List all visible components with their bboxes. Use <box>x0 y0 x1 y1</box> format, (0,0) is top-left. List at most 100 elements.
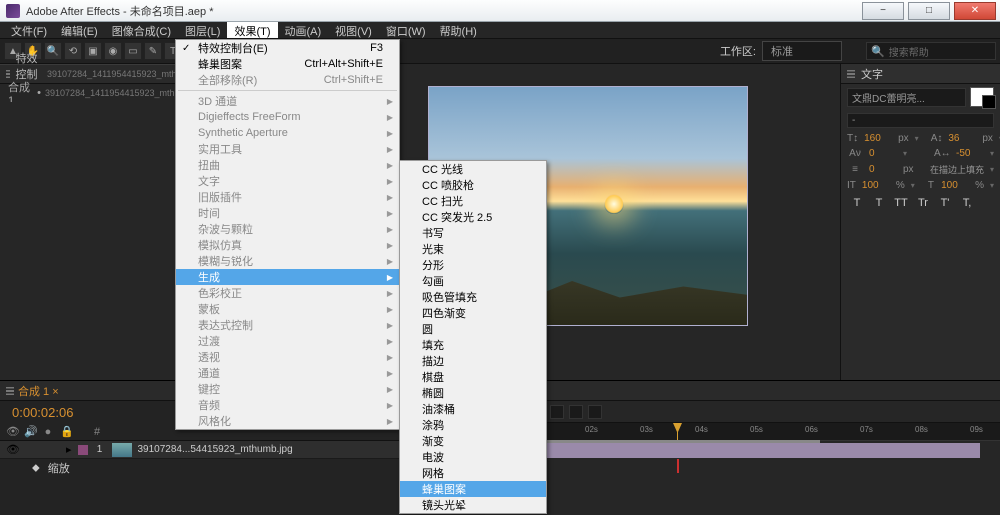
tl-tool-6[interactable] <box>588 405 602 419</box>
anchor-tool[interactable]: ◉ <box>104 42 122 60</box>
tl-tool-4[interactable] <box>550 405 564 419</box>
effects-item[interactable]: 旧版插件▶ <box>176 189 399 205</box>
menu-window[interactable]: 窗口(W) <box>379 22 433 38</box>
tl-tool-5[interactable] <box>569 405 583 419</box>
effects-item[interactable]: 时间▶ <box>176 205 399 221</box>
lock-col-icon[interactable]: 🔒 <box>60 425 72 438</box>
fill-stroke-swatch[interactable] <box>970 87 994 107</box>
effects-item[interactable]: Digieffects FreeForm▶ <box>176 109 399 125</box>
character-panel-header[interactable]: 文字 <box>841 64 1000 84</box>
workspace-select[interactable]: 标准 <box>762 41 842 61</box>
effects-item[interactable]: 特效控制台(E)✓F3 <box>176 40 399 56</box>
effects-item[interactable]: 实用工具▶ <box>176 141 399 157</box>
menu-layer[interactable]: 图层(L) <box>178 22 227 38</box>
effects-item[interactable]: 风格化▶ <box>176 413 399 429</box>
generate-item[interactable]: 光束 <box>400 241 546 257</box>
generate-item[interactable]: 油漆桶 <box>400 401 546 417</box>
search-help[interactable]: 🔍 搜索帮助 <box>866 42 996 60</box>
generate-item[interactable]: 网格 <box>400 465 546 481</box>
generate-item[interactable]: 填充 <box>400 337 546 353</box>
maximize-button[interactable]: □ <box>908 2 950 20</box>
audio-col-icon[interactable]: 🔊 <box>24 425 36 438</box>
style-super[interactable]: T' <box>937 197 953 209</box>
kerning-value[interactable]: 0 <box>869 148 897 159</box>
effects-item[interactable]: 生成▶ <box>176 269 399 285</box>
generate-item[interactable]: 描边 <box>400 353 546 369</box>
effects-item[interactable]: 过渡▶ <box>176 333 399 349</box>
menu-view[interactable]: 视图(V) <box>328 22 379 38</box>
effects-item[interactable]: 杂波与颗粒▶ <box>176 221 399 237</box>
effects-item[interactable]: 模糊与锐化▶ <box>176 253 399 269</box>
style-smallcaps[interactable]: Tr <box>915 197 931 209</box>
menu-animation[interactable]: 动画(A) <box>278 22 329 38</box>
style-italic[interactable]: T <box>871 197 887 209</box>
effects-item[interactable]: 3D 通道▶ <box>176 93 399 109</box>
effects-item[interactable]: 透视▶ <box>176 349 399 365</box>
effects-item[interactable]: 表达式控制▶ <box>176 317 399 333</box>
font-style-select[interactable]: - <box>847 113 994 128</box>
rect-tool[interactable]: ▭ <box>124 42 142 60</box>
stroke-width-value[interactable]: 0 <box>869 164 897 175</box>
layer-bar[interactable] <box>505 443 980 458</box>
timeline-comp-tab[interactable]: 合成 1 × <box>18 383 59 399</box>
rotate-tool[interactable]: ⟲ <box>64 42 82 60</box>
menu-help[interactable]: 帮助(H) <box>433 22 484 38</box>
style-sub[interactable]: T, <box>959 197 975 209</box>
pen-tool[interactable]: ✎ <box>144 42 162 60</box>
generate-item[interactable]: 勾画 <box>400 273 546 289</box>
menu-edit[interactable]: 编辑(E) <box>54 22 105 38</box>
solo-col-icon[interactable]: ● <box>42 426 54 438</box>
generate-item[interactable]: 吸色管填充 <box>400 289 546 305</box>
timeline-ruler[interactable]: 02s03s04s05s06s07s08s09s10s <box>485 423 1000 441</box>
effects-item[interactable]: Synthetic Aperture▶ <box>176 125 399 141</box>
generate-item[interactable]: 书写 <box>400 225 546 241</box>
layer-color-swatch[interactable] <box>78 445 88 455</box>
timeline-tracks[interactable]: 02s03s04s05s06s07s08s09s10s <box>485 401 1000 515</box>
zoom-tool[interactable]: 🔍 <box>44 42 62 60</box>
layer-name[interactable]: 39107284...54415923_mthumb.jpg <box>138 444 293 455</box>
playhead[interactable] <box>677 423 678 440</box>
font-family-select[interactable]: 文鼎DC蕾明亮... <box>847 88 966 107</box>
effects-item[interactable]: 键控▶ <box>176 381 399 397</box>
effects-item[interactable]: 色彩校正▶ <box>176 285 399 301</box>
generate-item[interactable]: 椭圆 <box>400 385 546 401</box>
generate-item[interactable]: CC 喷胶枪 <box>400 177 546 193</box>
generate-item[interactable]: 分形 <box>400 257 546 273</box>
style-allcaps[interactable]: TT <box>893 197 909 209</box>
effects-item[interactable]: 音频▶ <box>176 397 399 413</box>
font-size-value[interactable]: 160 <box>864 133 892 144</box>
effects-item[interactable]: 蒙板▶ <box>176 301 399 317</box>
effects-item[interactable]: 蜂巢图案Ctrl+Alt+Shift+E <box>176 56 399 72</box>
keyframe-marker[interactable] <box>677 459 679 473</box>
menu-composition[interactable]: 图像合成(C) <box>105 22 178 38</box>
timecode[interactable]: 0:00:02:06 <box>12 405 73 420</box>
generate-item[interactable]: CC 光线 <box>400 161 546 177</box>
menu-file[interactable]: 文件(F) <box>4 22 54 38</box>
generate-item[interactable]: 四色渐变 <box>400 305 546 321</box>
minimize-button[interactable]: − <box>862 2 904 20</box>
generate-item[interactable]: 棋盘 <box>400 369 546 385</box>
stopwatch-icon[interactable]: ⬥ <box>32 462 40 475</box>
effects-item[interactable]: 扭曲▶ <box>176 157 399 173</box>
style-bold[interactable]: T <box>849 197 865 209</box>
generate-item[interactable]: 渐变 <box>400 433 546 449</box>
effects-item[interactable]: 全部移除(R)Ctrl+Shift+E <box>176 72 399 88</box>
effects-item[interactable]: 模拟仿真▶ <box>176 237 399 253</box>
close-button[interactable]: ✕ <box>954 2 996 20</box>
leading-value[interactable]: 36 <box>948 133 976 144</box>
generate-item[interactable]: 电波 <box>400 449 546 465</box>
generate-item[interactable]: 蜂巢图案 <box>400 481 546 497</box>
generate-item[interactable]: 圆 <box>400 321 546 337</box>
visibility-col-icon[interactable]: 👁 <box>6 425 18 438</box>
generate-item[interactable]: 镜头光晕 <box>400 497 546 513</box>
layer-visibility-icon[interactable]: 👁 <box>6 443 20 456</box>
generate-item[interactable]: CC 扫光 <box>400 193 546 209</box>
generate-item[interactable]: 涂鸦 <box>400 417 546 433</box>
stroke-option[interactable]: 在描边上填充 <box>930 163 984 176</box>
effects-item[interactable]: 文字▶ <box>176 173 399 189</box>
menu-effect[interactable]: 效果(T) <box>227 22 277 38</box>
hscale-value[interactable]: 100 <box>941 180 969 191</box>
camera-tool[interactable]: ▣ <box>84 42 102 60</box>
tracking-value[interactable]: -50 <box>956 148 984 159</box>
vscale-value[interactable]: 100 <box>862 180 890 191</box>
